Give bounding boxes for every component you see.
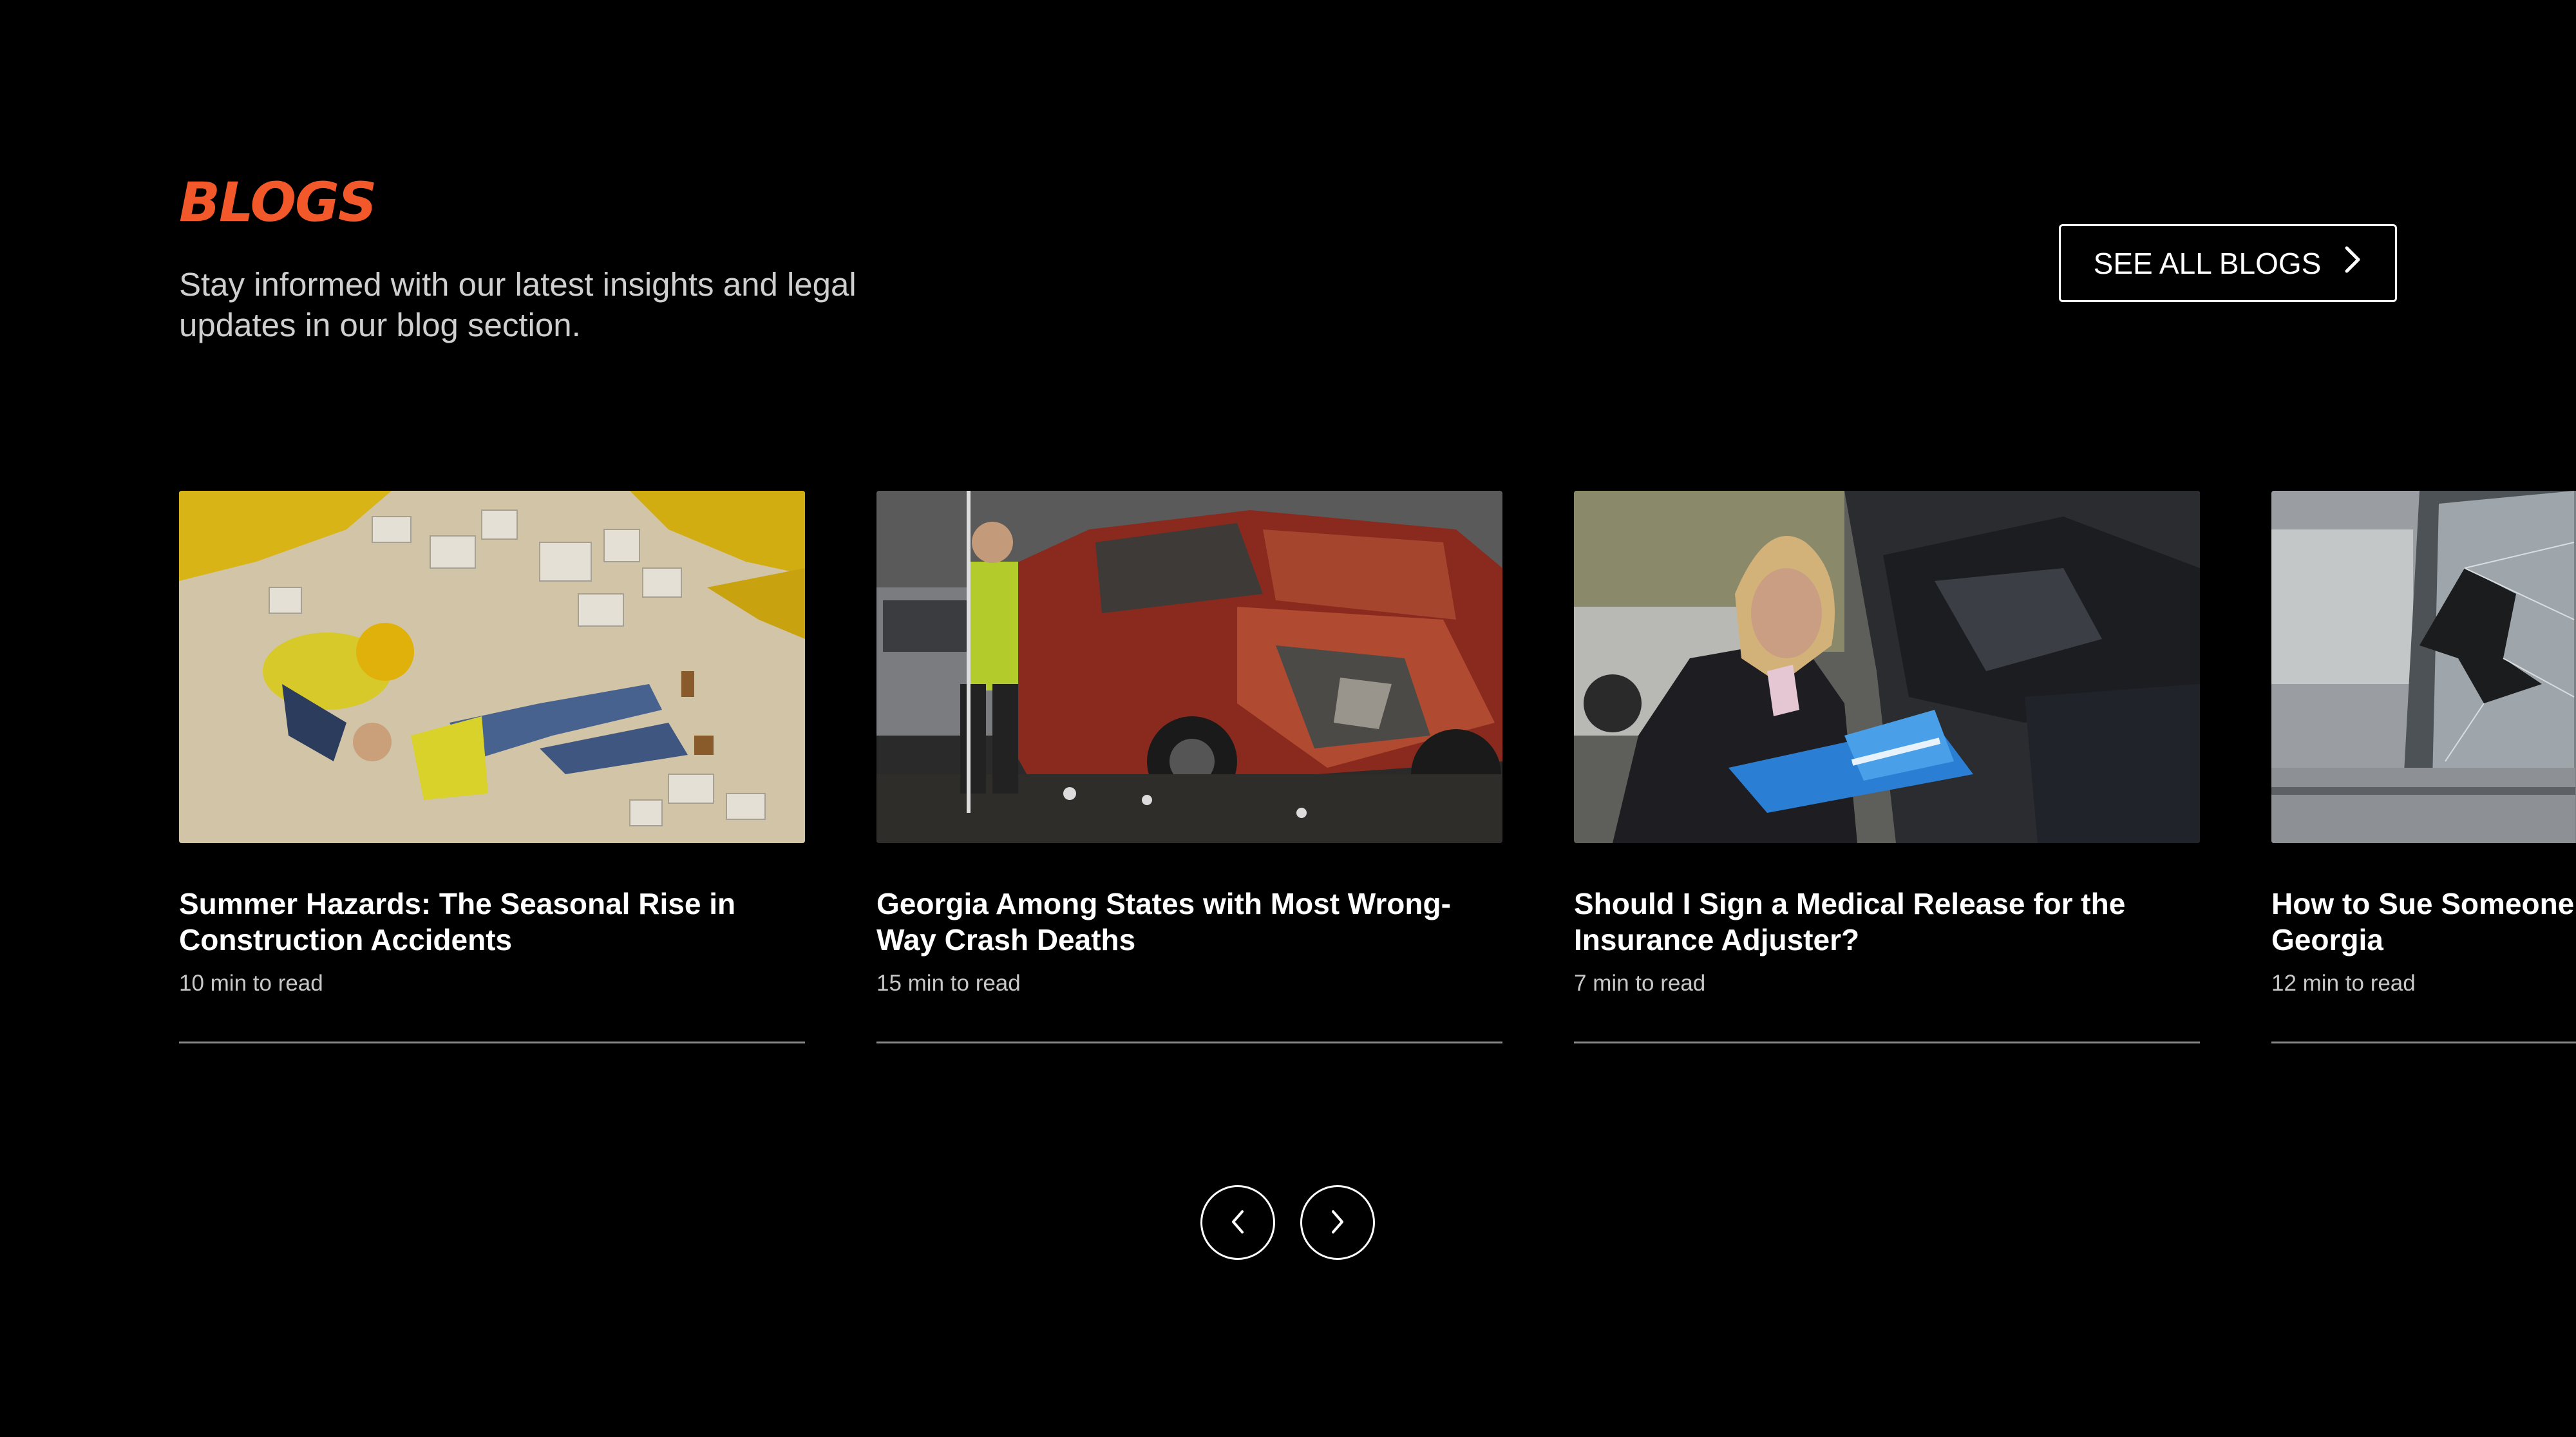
broken-car-window-photo[interactable] (2271, 491, 2576, 843)
blog-card[interactable]: Should I Sign a Medical Release for the … (1574, 491, 2200, 1043)
chevron-right-icon (2343, 245, 2362, 281)
construction-accident-photo[interactable] (179, 491, 805, 843)
see-all-blogs-button[interactable]: SEE ALL BLOGS (2059, 224, 2397, 302)
wrecked-red-car-photo[interactable] (876, 491, 1502, 843)
card-divider (179, 1042, 805, 1043)
blog-card[interactable]: Summer Hazards: The Seasonal Rise in Con… (179, 491, 805, 1043)
carousel-next-button[interactable] (1300, 1185, 1375, 1260)
card-divider (876, 1042, 1502, 1043)
blog-card-read-time: 7 min to read (1574, 971, 1706, 996)
blog-card-read-time: 10 min to read (179, 971, 323, 996)
blog-card-read-time: 12 min to read (2271, 971, 2416, 996)
section-subtitle: Stay informed with our latest insights a… (179, 266, 857, 343)
blog-card-read-time: 15 min to read (876, 971, 1021, 996)
section-title: BLOGS (179, 171, 377, 234)
chevron-left-icon (1229, 1209, 1246, 1237)
card-divider (2271, 1042, 2576, 1043)
blog-card[interactable]: Georgia Among States with Most Wrong-Way… (876, 491, 1502, 1043)
see-all-blogs-label: SEE ALL BLOGS (2093, 246, 2322, 280)
blog-card-title[interactable]: Summer Hazards: The Seasonal Rise in Con… (179, 886, 805, 958)
carousel-prev-button[interactable] (1200, 1185, 1275, 1260)
adjuster-inspecting-car-photo[interactable] (1574, 491, 2200, 843)
blog-card[interactable]: How to Sue Someone for a Car Accident in… (2271, 491, 2576, 1043)
blog-card-title[interactable]: Georgia Among States with Most Wrong-Way… (876, 886, 1502, 958)
blog-card-title[interactable]: Should I Sign a Medical Release for the … (1574, 886, 2200, 958)
blog-card-title[interactable]: How to Sue Someone for a Car Accident in… (2271, 886, 2576, 958)
blog-carousel[interactable]: Summer Hazards: The Seasonal Rise in Con… (0, 491, 2576, 1045)
card-divider (1574, 1042, 2200, 1043)
chevron-right-icon (1329, 1209, 1346, 1237)
